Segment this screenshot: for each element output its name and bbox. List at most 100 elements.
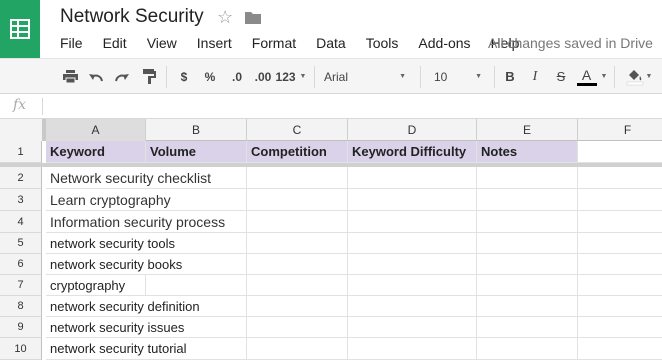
print-button[interactable] bbox=[60, 59, 80, 94]
empty-cell[interactable] bbox=[247, 254, 348, 275]
empty-cell[interactable] bbox=[348, 211, 477, 233]
keyword-cell[interactable]: network security definition bbox=[46, 296, 247, 317]
save-status[interactable]: All changes saved in Drive bbox=[488, 35, 653, 51]
keyword-cell[interactable]: network security tutorial bbox=[46, 338, 247, 360]
column-header-f[interactable]: F bbox=[578, 119, 662, 141]
undo-button[interactable] bbox=[86, 59, 106, 94]
column-header-b[interactable]: B bbox=[146, 119, 247, 141]
increase-decimals-button[interactable]: .00 bbox=[252, 59, 274, 94]
row-header[interactable]: 5 bbox=[0, 233, 42, 254]
empty-cell[interactable] bbox=[247, 211, 348, 233]
row-header[interactable]: 3 bbox=[0, 189, 42, 211]
document-title[interactable]: Network Security bbox=[60, 6, 204, 28]
row-header[interactable]: 1 bbox=[0, 141, 42, 163]
more-formats-dropdown[interactable]: 123 ▼ bbox=[276, 59, 307, 94]
empty-cell[interactable] bbox=[348, 296, 477, 317]
font-size-dropdown[interactable]: 10 ▼ bbox=[430, 59, 486, 94]
empty-cell[interactable] bbox=[348, 167, 477, 189]
empty-cell[interactable] bbox=[348, 254, 477, 275]
menu-add-ons[interactable]: Add-ons bbox=[408, 34, 480, 52]
empty-cell[interactable] bbox=[247, 189, 348, 211]
column-header-d[interactable]: D bbox=[348, 119, 477, 141]
empty-cell[interactable] bbox=[247, 338, 348, 360]
row-header[interactable]: 4 bbox=[0, 211, 42, 233]
keyword-cell[interactable]: cryptography bbox=[46, 275, 146, 296]
paint-format-button[interactable] bbox=[139, 59, 159, 94]
empty-cell[interactable] bbox=[477, 275, 578, 296]
empty-cell[interactable] bbox=[247, 167, 348, 189]
empty-cell[interactable] bbox=[578, 211, 662, 233]
empty-cell[interactable] bbox=[348, 338, 477, 360]
decrease-decimals-button[interactable]: .0 bbox=[227, 59, 247, 94]
fill-color-button[interactable]: ▼ bbox=[622, 59, 656, 94]
empty-cell[interactable] bbox=[578, 233, 662, 254]
empty-cell[interactable] bbox=[247, 233, 348, 254]
keyword-cell[interactable]: network security issues bbox=[46, 317, 247, 338]
empty-cell[interactable] bbox=[578, 317, 662, 338]
font-family-dropdown[interactable]: Arial ▼ bbox=[320, 59, 410, 94]
empty-cell[interactable] bbox=[477, 254, 578, 275]
empty-cell[interactable] bbox=[348, 189, 477, 211]
keyword-cell[interactable]: Network security checklist bbox=[46, 167, 247, 189]
keyword-cell[interactable]: network security books bbox=[46, 254, 247, 275]
empty-cell[interactable] bbox=[477, 296, 578, 317]
menu-tools[interactable]: Tools bbox=[356, 34, 409, 52]
folder-icon[interactable] bbox=[245, 11, 261, 24]
cell-d1[interactable]: Keyword Difficulty bbox=[348, 141, 477, 163]
star-icon[interactable]: ☆ bbox=[217, 7, 233, 28]
cell-c1[interactable]: Competition bbox=[247, 141, 348, 163]
empty-cell[interactable] bbox=[578, 275, 662, 296]
cell-b1[interactable]: Volume bbox=[146, 141, 247, 163]
text-color-button[interactable]: A ▼ bbox=[576, 59, 608, 94]
cell-f1[interactable] bbox=[578, 141, 662, 163]
empty-cell[interactable] bbox=[247, 317, 348, 338]
empty-cell[interactable] bbox=[477, 233, 578, 254]
row-header[interactable]: 7 bbox=[0, 275, 42, 296]
keyword-cell[interactable]: Learn cryptography bbox=[46, 189, 247, 211]
row-header[interactable]: 6 bbox=[0, 254, 42, 275]
empty-cell[interactable] bbox=[477, 338, 578, 360]
cell-a1[interactable]: Keyword bbox=[46, 141, 146, 163]
strikethrough-button[interactable]: S bbox=[553, 59, 569, 94]
column-header-e[interactable]: E bbox=[477, 119, 578, 141]
empty-cell[interactable] bbox=[348, 275, 477, 296]
bold-button[interactable]: B bbox=[502, 59, 518, 94]
cell-e1[interactable]: Notes bbox=[477, 141, 578, 163]
italic-button[interactable]: I bbox=[527, 59, 543, 94]
currency-format-button[interactable]: $ bbox=[177, 59, 191, 94]
row-header[interactable]: 2 bbox=[0, 167, 42, 189]
menu-data[interactable]: Data bbox=[306, 34, 356, 52]
column-header-a[interactable]: A bbox=[46, 119, 146, 141]
empty-cell[interactable] bbox=[146, 275, 247, 296]
empty-cell[interactable] bbox=[477, 211, 578, 233]
select-all-corner[interactable] bbox=[0, 119, 46, 141]
empty-cell[interactable] bbox=[578, 189, 662, 211]
empty-cell[interactable] bbox=[477, 189, 578, 211]
empty-cell[interactable] bbox=[578, 296, 662, 317]
empty-cell[interactable] bbox=[348, 233, 477, 254]
column-header-c[interactable]: C bbox=[247, 119, 348, 141]
redo-button[interactable] bbox=[112, 59, 132, 94]
percent-format-button[interactable]: % bbox=[202, 59, 218, 94]
empty-cell[interactable] bbox=[477, 167, 578, 189]
menu-format[interactable]: Format bbox=[242, 34, 306, 52]
empty-cell[interactable] bbox=[578, 167, 662, 189]
paint-format-icon bbox=[142, 69, 156, 84]
menu-insert[interactable]: Insert bbox=[187, 34, 242, 52]
menu-edit[interactable]: Edit bbox=[93, 34, 137, 52]
menu-file[interactable]: File bbox=[50, 34, 93, 52]
keyword-cell[interactable]: Information security process bbox=[46, 211, 247, 233]
keyword-cell[interactable]: network security tools bbox=[46, 233, 247, 254]
menu-view[interactable]: View bbox=[137, 34, 187, 52]
formula-input[interactable] bbox=[48, 98, 648, 115]
empty-cell[interactable] bbox=[247, 296, 348, 317]
empty-cell[interactable] bbox=[247, 275, 348, 296]
row-header[interactable]: 8 bbox=[0, 296, 42, 317]
empty-cell[interactable] bbox=[348, 317, 477, 338]
empty-cell[interactable] bbox=[578, 338, 662, 360]
empty-cell[interactable] bbox=[578, 254, 662, 275]
sheets-logo[interactable] bbox=[0, 0, 40, 58]
row-header[interactable]: 9 bbox=[0, 317, 42, 338]
empty-cell[interactable] bbox=[477, 317, 578, 338]
row-header[interactable]: 10 bbox=[0, 338, 42, 360]
